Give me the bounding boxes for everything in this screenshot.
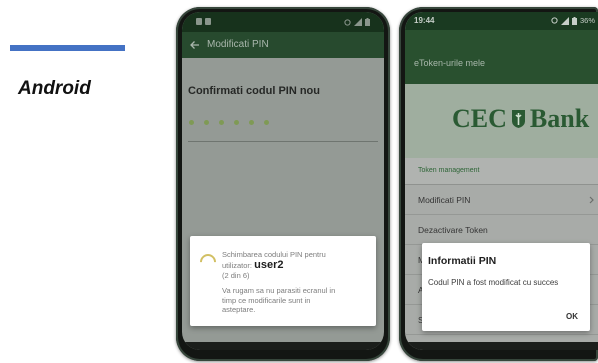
signal-icon (560, 16, 569, 25)
pin-dot (219, 120, 224, 125)
signal-icon (354, 18, 362, 26)
section-header: Token management (405, 158, 598, 185)
status-bar (182, 12, 384, 32)
dialog-message: Codul PIN a fost modificat cu succes (428, 278, 559, 287)
progress-warning: Va rugam sa nu parasiti ecranul in timp … (222, 286, 336, 314)
pin-dot (264, 120, 269, 125)
brand-logo: CEC Bank (452, 104, 589, 134)
progress-dialog-text: Schimbarea codului PIN pentru utilizator… (222, 250, 372, 315)
pin-field-underline (188, 141, 378, 142)
pin-info-dialog: Informatii PIN Codul PIN a fost modifica… (422, 243, 590, 331)
ok-button[interactable]: OK (566, 312, 578, 321)
page-title: Modificati PIN (207, 39, 269, 50)
phone-frame-token-list: 19:44 36% eToken-urile mele CEC Bank Tok… (399, 7, 598, 361)
pin-dot (189, 120, 194, 125)
section-header-label: Token management (418, 167, 480, 174)
notification-icon (196, 18, 202, 25)
menu-item-change-pin[interactable]: Modificati PIN (405, 185, 598, 215)
battery-level: 36% (579, 16, 595, 25)
progress-user-line: utilizator: user2 (222, 258, 372, 271)
notification-icon (205, 18, 211, 25)
pin-dot (249, 120, 254, 125)
accent-bar (10, 45, 125, 51)
alarm-icon (551, 17, 558, 24)
app-header: eToken-urile mele (405, 30, 598, 84)
user-label: utilizator: (222, 260, 253, 270)
page-title: eToken-urile mele (414, 58, 486, 68)
navigation-bar (182, 342, 384, 350)
arrow-left-icon[interactable] (190, 40, 200, 50)
navigation-bar (405, 342, 598, 350)
progress-step: (2 din 6) (222, 270, 250, 280)
status-time: 19:44 (414, 16, 435, 25)
phone-frame-change-pin: Modificati PIN Confirmati codul PIN nou … (176, 7, 390, 361)
platform-label: Android (18, 78, 91, 99)
phone-screen-token-list: 19:44 36% eToken-urile mele CEC Bank Tok… (405, 12, 598, 350)
menu-item-label: Dezactivare Token (418, 225, 488, 235)
logo-word-bank: Bank (529, 104, 590, 133)
pin-entry-field[interactable] (189, 120, 279, 125)
menu-item-label: Modificati PIN (418, 195, 471, 205)
progress-message: Schimbarea codului PIN pentru (222, 250, 326, 259)
chevron-right-icon (589, 196, 594, 204)
status-bar: 19:44 36% (405, 12, 598, 30)
progress-dialog: Schimbarea codului PIN pentru utilizator… (190, 236, 376, 326)
alarm-icon (344, 18, 351, 26)
slide: Android Modificati PIN Confirmati codul … (0, 0, 598, 363)
battery-icon (571, 16, 577, 25)
pin-dot (234, 120, 239, 125)
battery-icon (365, 18, 370, 26)
logo-word-cec: CEC (452, 104, 507, 133)
user-name: user2 (254, 258, 284, 271)
pin-confirm-prompt: Confirmati codul PIN nou (188, 85, 320, 97)
menu-item-deactivate-token[interactable]: Dezactivare Token (405, 215, 598, 245)
pin-dot (204, 120, 209, 125)
brand-logo-band: CEC Bank (405, 84, 598, 158)
phone-screen-change-pin: Modificati PIN Confirmati codul PIN nou … (182, 12, 384, 350)
app-bar: Modificati PIN (182, 32, 384, 58)
dialog-title: Informatii PIN (428, 255, 497, 267)
cec-shield-logo-icon (511, 110, 525, 128)
loading-spinner-icon (196, 250, 220, 274)
